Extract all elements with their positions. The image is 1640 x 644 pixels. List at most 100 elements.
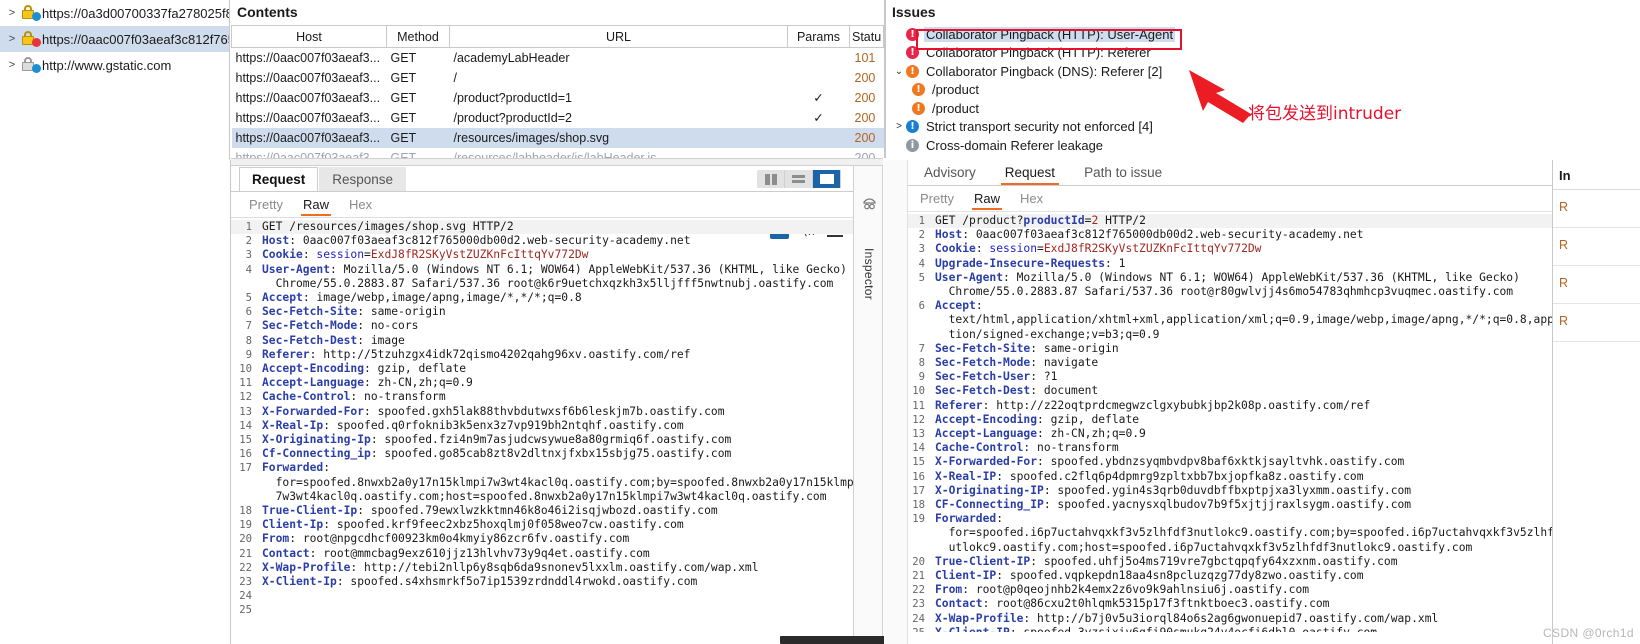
line-number: 9 — [245, 348, 252, 361]
table-row[interactable]: https://0aac007f03aeaf3... GET / 200 — [232, 68, 884, 88]
subtab-hex[interactable]: Hex — [1010, 188, 1053, 210]
inspector-collapsed-strip[interactable]: Inspector — [853, 166, 883, 644]
column-header-method[interactable]: Method — [386, 25, 450, 48]
table-row[interactable]: https://0aac007f03aeaf3... GET /resource… — [231, 127, 884, 148]
view-layout-toggle[interactable] — [757, 170, 841, 188]
code-text: Sec-Fetch-Site: same-origin — [935, 341, 1119, 355]
tab-path-to-issue[interactable]: Path to issue — [1070, 161, 1176, 185]
code-text: X-Forwarded-For: spoofed.gxh5lak88thvbdu… — [262, 404, 725, 418]
code-text: Cookie: session=ExdJ8fR2SKyVstZUZKnFcItt… — [935, 242, 1262, 256]
line-number: 5 — [245, 292, 252, 305]
code-text: CF-Connecting_IP: spoofed.yacnysxqlbudov… — [935, 498, 1412, 512]
line-number: 14 — [239, 419, 252, 432]
tab-response[interactable]: Response — [319, 167, 407, 191]
horizontal-splitter[interactable] — [231, 158, 883, 166]
issue-label: Collaborator Pingback (HTTP): Referer — [926, 45, 1151, 61]
code-line: 22 From: root@p0qeojnhb2k4emx2z6vo9k9ahln… — [904, 583, 1552, 597]
request-response-editor: Request Response Pretty Raw Hex \n 1GET … — [231, 166, 853, 644]
inspector-section-row[interactable]: R — [1553, 190, 1640, 228]
severity-medium-icon: ! — [906, 64, 919, 78]
chevron-right-icon[interactable]: > — [4, 7, 20, 19]
subtab-pretty[interactable]: Pretty — [910, 188, 964, 210]
inspector-section-row[interactable]: R — [1553, 228, 1640, 266]
contents-panel: Contents Host Method URL Params Statu ht… — [231, 0, 884, 165]
code-line: 7w3wt4kacl0q.oastify.com;host=spoofed.8n… — [231, 490, 853, 504]
code-text: Cache-Control: no-transform — [262, 390, 446, 404]
code-line: 17 Forwarded: — [231, 461, 853, 475]
column-header-host[interactable]: Host — [231, 25, 387, 48]
annotation-text: 将包发送到intruder — [1248, 104, 1402, 124]
code-line: 24 — [231, 589, 853, 603]
column-header-url[interactable]: URL — [449, 25, 788, 48]
cell-status: 200 — [854, 110, 876, 125]
site-map-tree[interactable]: > https://0a3d00700337fa278025f8( > http… — [0, 0, 230, 160]
code-text: Accept-Encoding: gzip, deflate — [262, 362, 467, 376]
table-row[interactable]: https://0aac007f03aeaf3... GET /academyL… — [232, 48, 884, 68]
line-number: 8 — [245, 334, 252, 347]
line-number: 6 — [245, 306, 252, 319]
code-line: 3 Cookie: session=ExdJ8fR2SKyVstZUZKnFcIt… — [231, 248, 853, 262]
code-line: Chrome/55.0.2883.87 Safari/537.36 root@r… — [904, 285, 1552, 299]
table-row[interactable]: https://0aac007f03aeaf3... GET /product?… — [232, 88, 884, 108]
cell-params: ✓ — [813, 111, 824, 125]
incognito-hat-icon — [862, 196, 877, 210]
code-line: 25 — [231, 603, 853, 617]
code-text: 7w3wt4kacl0q.oastify.com;host=spoofed.8n… — [262, 489, 827, 503]
cell-url: / — [453, 70, 457, 85]
code-text: Chrome/55.0.2883.87 Safari/537.36 root@k… — [262, 276, 834, 290]
tree-item[interactable]: > http://www.gstatic.com — [0, 52, 229, 78]
split-horizontal-view-button[interactable] — [785, 170, 813, 188]
code-line: 11 Referer: http://z22oqtprdcmegwzclgxybu… — [904, 399, 1552, 413]
inspector-section-row[interactable]: R — [1553, 266, 1640, 304]
code-line: 6 Sec-Fetch-Site: same-origin — [231, 305, 853, 319]
code-text: From: root@p0qeojnhb2k4emx2z6vo9k9ahlnsi… — [935, 583, 1310, 597]
column-header-status[interactable]: Statu — [849, 25, 884, 48]
subtab-pretty[interactable]: Pretty — [239, 194, 293, 216]
subtab-raw[interactable]: Raw — [293, 194, 339, 216]
format-subtabs: Pretty Raw Hex \n — [231, 192, 853, 239]
tree-item[interactable]: > https://0a3d00700337fa278025f8( — [0, 0, 229, 26]
contents-table[interactable]: Host Method URL Params Statu https://0aa… — [231, 25, 884, 168]
lock-secure-icon — [20, 4, 42, 22]
code-line: 23 Contact: root@86cxu2t0hlqmk5315p17f3ft… — [904, 597, 1552, 611]
tab-request[interactable]: Request — [991, 161, 1069, 185]
code-text: Accept: — [935, 299, 983, 313]
split-vertical-view-button[interactable] — [757, 170, 785, 188]
chevron-right-icon[interactable]: > — [4, 33, 20, 45]
issue-item[interactable]: ! Collaborator Pingback (HTTP): Referer — [886, 44, 1640, 63]
tab-advisory[interactable]: Advisory — [910, 161, 990, 185]
issue-label: /product — [932, 82, 979, 98]
inspector-section-row[interactable]: R — [1553, 304, 1640, 342]
chevron-right-icon[interactable]: > — [4, 59, 20, 71]
issue-request-raw-text[interactable]: 1 GET /product?productId=2 HTTP/2 2 Host: 0… — [886, 212, 1552, 632]
tree-item-label: http://www.gstatic.com — [42, 57, 172, 73]
table-row[interactable]: https://0aac007f03aeaf3... GET /product?… — [232, 108, 884, 128]
subtab-raw[interactable]: Raw — [964, 188, 1010, 210]
cell-url: /academyLabHeader — [453, 50, 570, 65]
line-number: 15 — [239, 434, 252, 447]
code-line: 20 True-Client-IP: spoofed.uhfj5o4ms719vr… — [904, 555, 1552, 569]
horizontal-scrollbar[interactable] — [780, 636, 890, 644]
severity-medium-icon: ! — [912, 83, 925, 97]
request-raw-text[interactable]: 1 GET /resources/images/shop.svg HTTP/2 2 H… — [231, 218, 853, 638]
code-text: Host: 0aac007f03aeaf3c812f765000db00d2.w… — [935, 228, 1364, 242]
chevron-right-icon[interactable]: > — [892, 121, 906, 132]
subtab-hex[interactable]: Hex — [339, 194, 382, 216]
code-text: Client-IP: spoofed.vqpkepdn18aa4sn8pcluz… — [935, 569, 1364, 583]
code-text: X-Client-IP: spoofed.3yzsixiv6qfi90smukq… — [930, 626, 1552, 632]
column-header-params[interactable]: Params — [787, 25, 850, 48]
issue-item[interactable]: ! Collaborator Pingback (HTTP): User-Age… — [886, 25, 1640, 44]
issue-item[interactable]: i Cross-domain Referer leakage — [886, 136, 1640, 155]
tree-item[interactable]: > https://0aac007f03aeaf3c812f765( — [0, 26, 229, 52]
line-number — [231, 277, 257, 291]
issue-detail-tabbar: Advisory Request Path to issue — [886, 160, 1552, 186]
cell-params: ✓ — [813, 91, 824, 105]
tab-request[interactable]: Request — [239, 167, 319, 191]
chevron-down-icon[interactable]: ⌄ — [892, 66, 906, 77]
code-text: X-Client-Ip: spoofed.s4xhsmrkf5o7ip1539z… — [262, 575, 698, 589]
code-text: X-Real-IP: spoofed.c2flq6p4dpmrg9zpltxbb… — [935, 469, 1364, 483]
issue-label: Cross-domain Referer leakage — [926, 137, 1104, 153]
single-view-button[interactable] — [813, 170, 841, 188]
line-number: 17 — [239, 462, 252, 475]
